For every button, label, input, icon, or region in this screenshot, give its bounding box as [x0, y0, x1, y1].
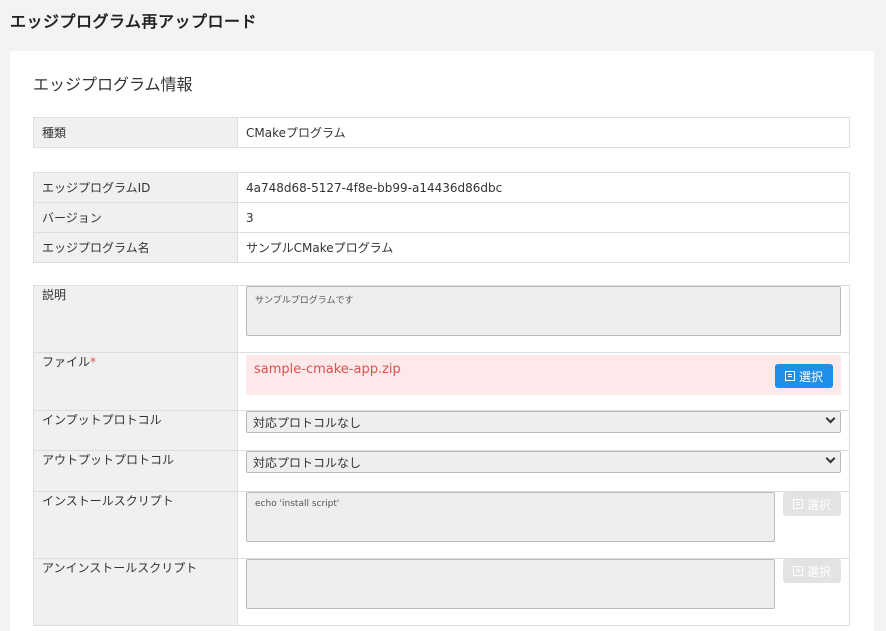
program-name-label: エッジプログラム名	[33, 232, 238, 263]
description-cell: サンプルプログラムです	[237, 285, 850, 353]
file-box: sample-cmake-app.zip 選択	[246, 355, 841, 395]
input-protocol-cell: 対応プロトコルなし	[237, 410, 850, 451]
chevron-down-icon	[825, 453, 836, 464]
install-script-cell: echo 'install script' 選択	[237, 491, 850, 559]
input-protocol-label: インプットプロトコル	[33, 410, 238, 451]
type-label: 種類	[33, 117, 238, 148]
output-protocol-value: 対応プロトコルなし	[253, 456, 362, 470]
input-protocol-select[interactable]: 対応プロトコルなし	[246, 411, 841, 433]
output-protocol-cell: 対応プロトコルなし	[237, 450, 850, 492]
page-header: エッジプログラム再アップロード	[0, 0, 886, 36]
output-protocol-select[interactable]: 対応プロトコルなし	[246, 451, 841, 473]
uninstall-script-label: アンインストールスクリプト	[33, 558, 238, 626]
type-value: CMakeプログラム	[237, 117, 850, 148]
program-id-value: 4a748d68-5127-4f8e-bb99-a14436d86dbc	[237, 172, 850, 203]
list-icon	[792, 499, 803, 509]
card-title: エッジプログラム情報	[33, 75, 193, 94]
install-select-label: 選択	[806, 497, 831, 512]
input-protocol-value: 対応プロトコルなし	[253, 416, 362, 430]
file-select-label: 選択	[798, 369, 823, 384]
version-value: 3	[237, 202, 850, 233]
required-mark: *	[90, 355, 97, 369]
type-table: 種類 CMakeプログラム	[33, 117, 850, 148]
uninstall-script-cell: 選択	[237, 558, 850, 626]
info-card: エッジプログラム情報 種類 CMakeプログラム エッジプログラムID 4a74…	[10, 51, 874, 631]
install-select-button[interactable]: 選択	[783, 492, 841, 516]
list-icon	[784, 371, 795, 381]
page-title: エッジプログラム再アップロード	[10, 12, 258, 31]
file-name: sample-cmake-app.zip	[254, 362, 401, 377]
chevron-down-icon	[825, 413, 836, 424]
install-script-textarea[interactable]: echo 'install script'	[246, 492, 775, 542]
program-name-value: サンプルCMakeプログラム	[237, 232, 850, 263]
output-protocol-label: アウトプットプロトコル	[33, 450, 238, 492]
uninstall-select-label: 選択	[806, 564, 831, 579]
file-cell: sample-cmake-app.zip 選択	[237, 352, 850, 411]
uninstall-script-textarea[interactable]	[246, 559, 775, 609]
description-textarea[interactable]: サンプルプログラムです	[246, 286, 841, 336]
list-icon	[792, 566, 803, 576]
description-label: 説明	[33, 285, 238, 353]
form-table: 説明 サンプルプログラムです ファイル* sample-cmake-app.zi…	[33, 285, 850, 626]
uninstall-select-button[interactable]: 選択	[783, 559, 841, 583]
file-select-button[interactable]: 選択	[775, 364, 833, 388]
program-id-label: エッジプログラムID	[33, 172, 238, 203]
version-label: バージョン	[33, 202, 238, 233]
file-label: ファイル	[42, 355, 91, 369]
install-script-label: インストールスクリプト	[33, 491, 238, 559]
file-label-cell: ファイル*	[33, 352, 238, 411]
info-table: エッジプログラムID 4a748d68-5127-4f8e-bb99-a1443…	[33, 172, 850, 263]
